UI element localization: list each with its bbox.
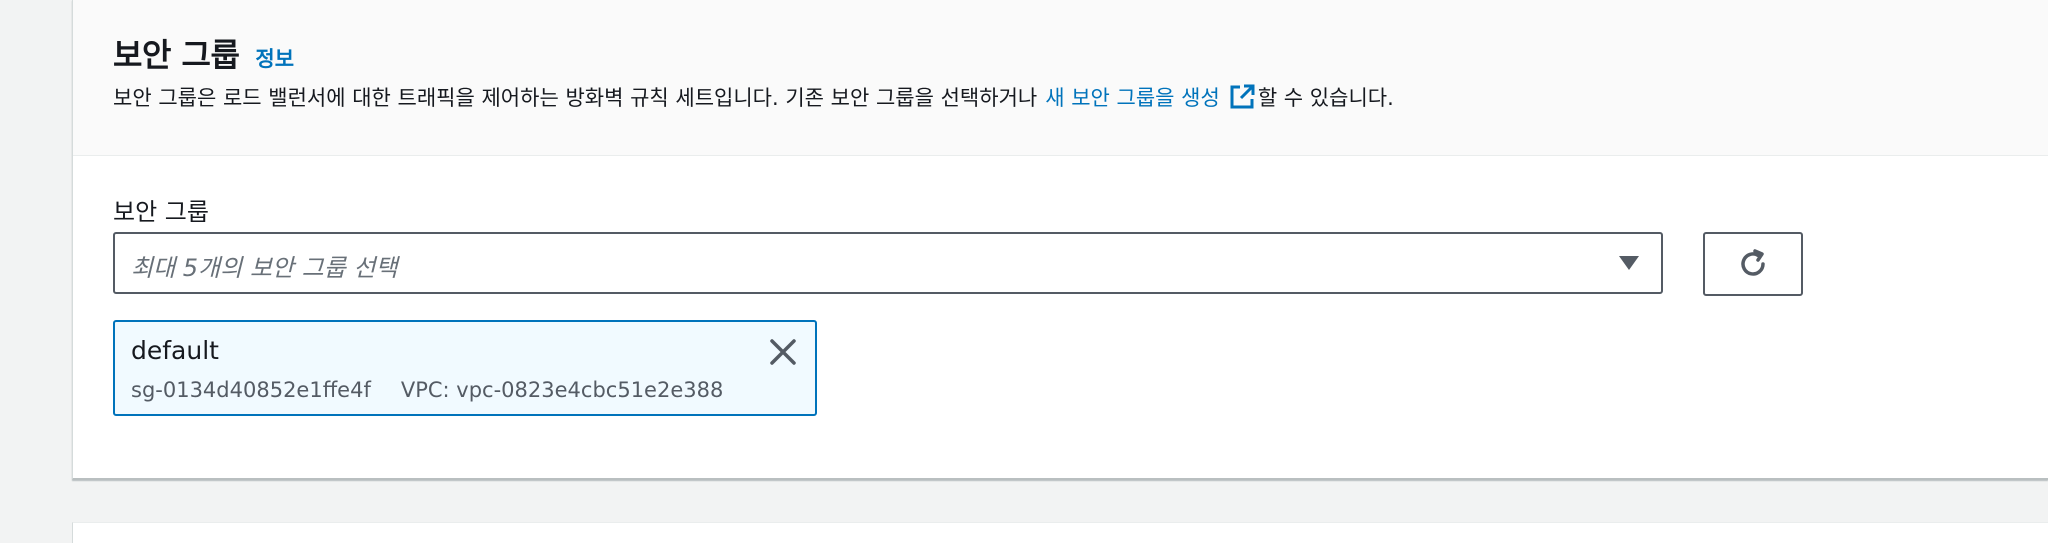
description-text: 보안 그룹은 로드 밸런서에 대한 트래픽을 제어하는 방화벽 규칙 세트입니다… <box>113 86 1038 110</box>
token-vpc-id: VPC: vpc-0823e4cbc51e2e388 <box>400 378 724 402</box>
description-suffix: 할 수 있습니다. <box>1257 86 1394 110</box>
section-description: 보안 그룹은 로드 밸런서에 대한 트래픽을 제어하는 방화벽 규칙 세트입니다… <box>113 82 1394 112</box>
close-icon[interactable] <box>767 336 799 368</box>
info-link[interactable]: 정보 <box>255 43 294 73</box>
external-link-icon[interactable] <box>1228 83 1256 111</box>
header-title-row: 보안 그룹 정보 <box>113 30 294 76</box>
create-security-group-link[interactable]: 새 보안 그룹을 생성 <box>1045 82 1220 112</box>
selected-security-group-token: default sg-0134d40852e1ffe4f VPC: vpc-082… <box>113 320 817 416</box>
refresh-icon <box>1741 249 1765 276</box>
security-group-panel: 보안 그룹 정보 보안 그룹은 로드 밸런서에 대한 트래픽을 제어하는 방화벽… <box>72 0 2048 480</box>
select-placeholder: 최대 5개의 보안 그룹 선택 <box>131 254 398 282</box>
security-group-select[interactable]: 최대 5개의 보안 그룹 선택 <box>113 232 1663 294</box>
token-group-id: sg-0134d40852e1ffe4f <box>131 378 371 402</box>
security-group-field-label: 보안 그룹 <box>113 198 209 226</box>
caret-down-icon <box>1619 256 1639 270</box>
section-title: 보안 그룹 <box>113 36 240 74</box>
next-panel <box>72 522 2048 543</box>
token-meta: sg-0134d40852e1ffe4f VPC: vpc-0823e4cbc51… <box>131 378 723 402</box>
token-group-name: default <box>131 336 219 365</box>
refresh-button[interactable] <box>1703 232 1803 296</box>
panel-header: 보안 그룹 정보 보안 그룹은 로드 밸런서에 대한 트래픽을 제어하는 방화벽… <box>73 0 2048 156</box>
